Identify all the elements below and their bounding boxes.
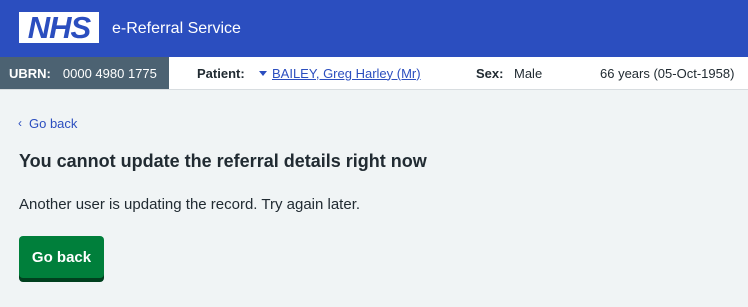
sex-field: Sex: (476, 57, 503, 89)
back-link-text[interactable]: Go back (29, 116, 77, 131)
patient-field: Patient: (197, 57, 245, 89)
ubrn-label: UBRN: (9, 65, 51, 81)
sex-value: Male (514, 65, 543, 81)
age-dob-field: 66 years (05-Oct-1958) (600, 57, 734, 89)
caret-down-icon (259, 71, 267, 76)
page-title: You cannot update the referral details r… (19, 151, 427, 171)
nhs-logo-text: NHS (27, 10, 91, 45)
back-link[interactable]: ‹ Go back (18, 116, 77, 131)
ubrn-box: UBRN: 0000 4980 1775 (0, 57, 169, 89)
site-header: NHS e-Referral Service (0, 0, 748, 57)
patient-name-toggle[interactable]: BAILEY, Greg Harley (Mr) (259, 57, 421, 89)
go-back-button[interactable]: Go back (19, 236, 104, 278)
patient-name-link[interactable]: BAILEY, Greg Harley (Mr) (272, 66, 421, 81)
patient-label: Patient: (197, 65, 245, 81)
service-name[interactable]: e-Referral Service (112, 19, 241, 39)
sex-label: Sex: (476, 65, 504, 81)
patient-banner: UBRN: 0000 4980 1775 Patient: BAILEY, Gr… (0, 57, 748, 90)
age-dob: 66 years (05-Oct-1958) (600, 65, 735, 81)
ubrn-value: 0000 4980 1775 (62, 65, 157, 81)
error-message: Another user is updating the record. Try… (19, 196, 361, 213)
nhs-logo[interactable]: NHS (19, 12, 99, 43)
sex-value-field: Male (514, 57, 542, 89)
chevron-left-icon: ‹ (18, 116, 22, 130)
